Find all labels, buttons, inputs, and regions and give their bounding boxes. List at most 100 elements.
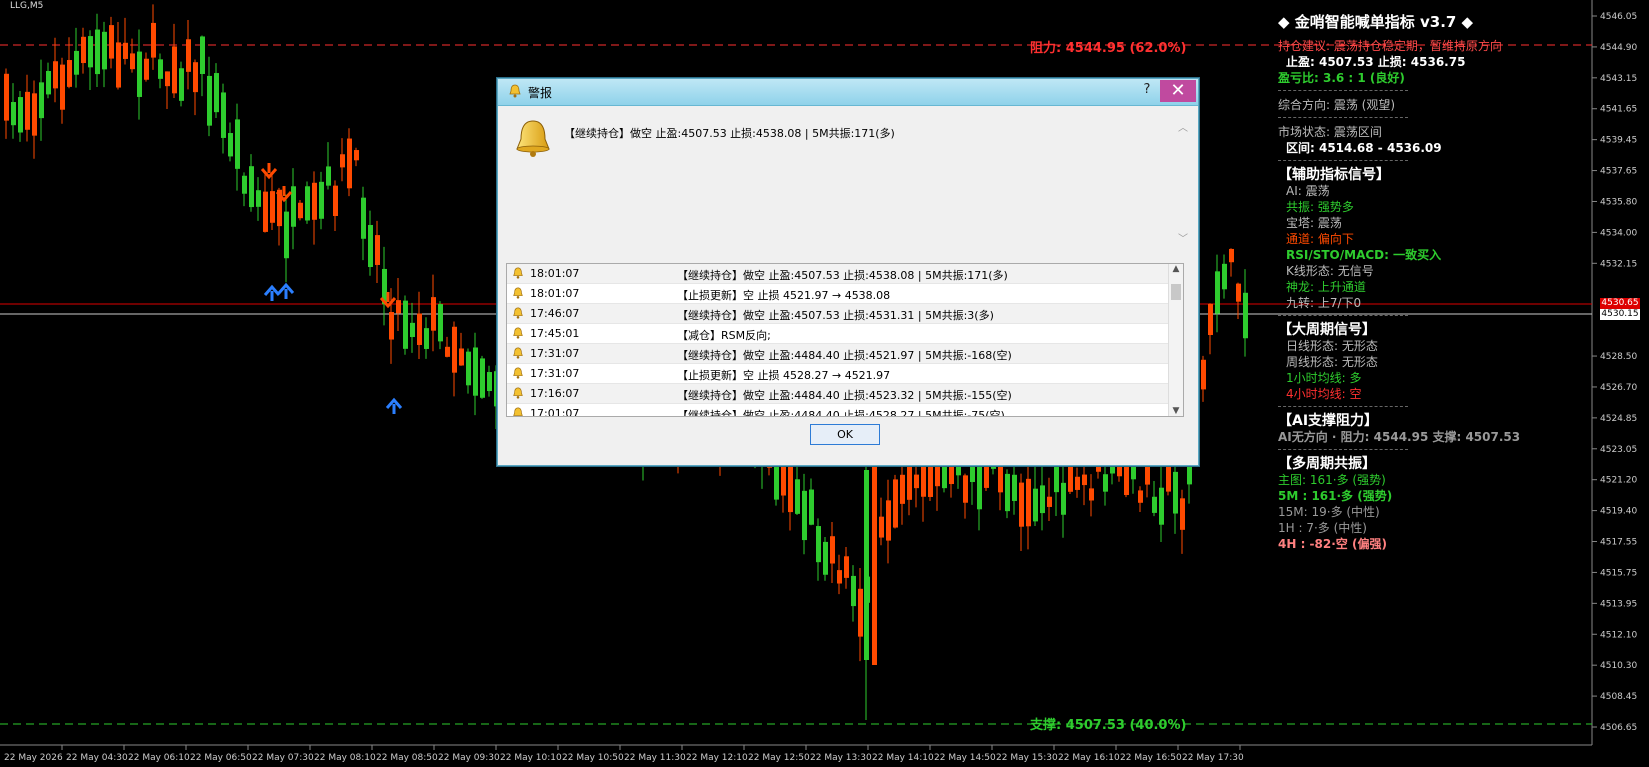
arrow-up-icon [385,397,403,414]
big-daily: 日线形态: 无形态 [1286,339,1378,353]
candle-body [347,138,352,189]
candle-body [1075,476,1080,490]
time-tick-label: 22 May 08:10 [314,753,376,763]
list-item-message: 【止损更新】空 止损 4521.97 → 4538.08 [677,289,891,302]
time-tick-label: 22 May 08:50 [376,753,438,763]
candle-body [354,150,359,161]
price-tick-label: 4508.45 [1600,692,1637,702]
candle-body [1089,488,1094,501]
list-scrollbar[interactable]: ▲ ▼ [1168,264,1183,416]
candle-body [305,186,310,221]
list-item[interactable]: 17:46:07 【继续持仓】做空 止盈:4507.53 止损:4531.31 |… [507,304,1183,324]
alert-message: 【继续持仓】做空 止盈:4507.53 止损:4538.08 | 5M共振:17… [564,127,895,140]
time-tick-label: 22 May 15:30 [996,753,1058,763]
candle-body [158,59,163,79]
candle-body [970,466,975,483]
candle-body [109,25,114,59]
candle-body [473,347,478,396]
candle-body [53,61,58,89]
candle-body [396,300,401,314]
chevron-up-icon[interactable]: ︿ [1176,119,1190,134]
candle-body [32,93,37,136]
resistance-label: 阻力: 4544.95 (62.0%) [1030,41,1187,56]
candle-body [200,36,205,74]
candle-body [81,36,86,64]
list-item[interactable]: 17:31:07 【继续持仓】做空 止盈:4484.40 止损:4521.97 |… [507,344,1183,364]
list-item[interactable]: 18:01:07 【继续持仓】做空 止盈:4507.53 止损:4538.08 |… [507,264,1183,284]
price-tick-label: 4512.10 [1600,630,1637,640]
message-scrollbar[interactable]: ︿ ﹀ [1176,119,1190,249]
candle-body [445,346,450,357]
candle-body [25,91,30,130]
alert-history-list[interactable]: 18:01:07 【继续持仓】做空 止盈:4507.53 止损:4538.08 |… [506,263,1184,417]
divider [1278,117,1408,118]
bell-icon [513,387,523,399]
aux-resonance: 共振: 强势多 [1286,200,1354,214]
alert-dialog[interactable]: 警报 ? ✕ 【继续持仓】做空 止盈:4507.53 止损:4538.08 | … [497,78,1199,466]
candle-body [375,235,380,265]
time-tick-label: 22 May 14:50 [934,753,996,763]
candle-body [452,326,457,373]
list-item[interactable]: 17:45:01 【减仓】RSM反向; [507,324,1183,344]
list-item-message: 【继续持仓】做空 止盈:4484.40 止损:4523.32 | 5M共振:-1… [677,389,1012,402]
candle-body [228,133,233,157]
candle-body [788,464,793,513]
time-tick-label: 22 May 16:50 [1120,753,1182,763]
divider [1278,315,1408,316]
scroll-thumb[interactable] [1171,284,1181,300]
candle-body [410,322,415,338]
time-tick-label: 22 May 10:10 [500,753,562,763]
candle-body [900,474,905,504]
ok-button[interactable]: OK [810,424,880,445]
candle-body [809,489,814,525]
candle-body [1152,496,1157,513]
candle-body [1166,466,1171,492]
bell-icon [513,267,523,279]
time-tick-label: 22 May 17:30 [1182,753,1244,763]
arrow-up-icon [277,282,295,299]
dialog-titlebar[interactable]: 警报 ? ✕ [498,79,1198,106]
indicator-panel: ◆ 金哨智能喊单指标 v3.7 ◆ 持仓建议: 震荡持仓稳定期，暂维持原方向 止… [1278,14,1618,552]
time-tick-label: 22 May 12:50 [748,753,810,763]
multi-5m: 5M : 161·多 (强势) [1278,489,1393,503]
chevron-down-icon[interactable]: ▼ [1169,406,1183,416]
list-item-message: 【止损更新】空 止损 4528.27 → 4521.97 [677,369,891,382]
candle-body [368,224,373,268]
candle-body [872,450,877,665]
close-button[interactable]: ✕ [1160,80,1196,102]
candle-body [914,474,919,489]
candle-body [438,304,443,342]
time-tick-label: 22 May 14:10 [872,753,934,763]
arrow-up-icon [263,284,281,301]
candle-body [319,181,324,219]
candle-body [424,328,429,349]
candle-body [60,64,65,110]
candle-body [326,166,331,186]
list-item-message: 【继续持仓】做空 止盈:4484.40 止损:4528.27 | 5M共振:-7… [677,409,1005,417]
range: 区间: 4514.68 - 4536.09 [1286,141,1442,155]
candle-body [403,300,408,349]
chevron-up-icon[interactable]: ▲ [1169,264,1183,274]
candle-body [864,470,869,660]
list-item[interactable]: 17:16:07 【继续持仓】做空 止盈:4484.40 止损:4523.32 |… [507,384,1183,404]
list-item[interactable]: 17:31:07 【止损更新】空 止损 4528.27 → 4521.97 [507,364,1183,384]
candle-body [1033,488,1038,522]
candle-body [116,42,121,88]
list-item[interactable]: 18:01:07 【止损更新】空 止损 4521.97 → 4538.08 [507,284,1183,304]
candle-body [480,358,485,398]
chevron-down-icon[interactable]: ﹀ [1176,230,1190,245]
candle-body [74,50,79,75]
help-button[interactable]: ? [1138,82,1156,100]
candle-body [844,556,849,578]
candle-body [921,461,926,497]
candle-body [256,190,261,207]
big-4h: 4小时均线: 空 [1286,387,1362,401]
candle-body [1103,474,1108,492]
time-tick-label: 22 May 06:50 [190,753,252,763]
candle-body [1180,498,1185,530]
list-item-time: 17:31:07 [530,367,580,380]
candle-body [312,182,317,220]
candle-body [249,166,254,208]
arrow-down-icon [260,163,278,180]
list-item[interactable]: 17:01:07 【继续持仓】做空 止盈:4484.40 止损:4528.27 |… [507,404,1183,417]
